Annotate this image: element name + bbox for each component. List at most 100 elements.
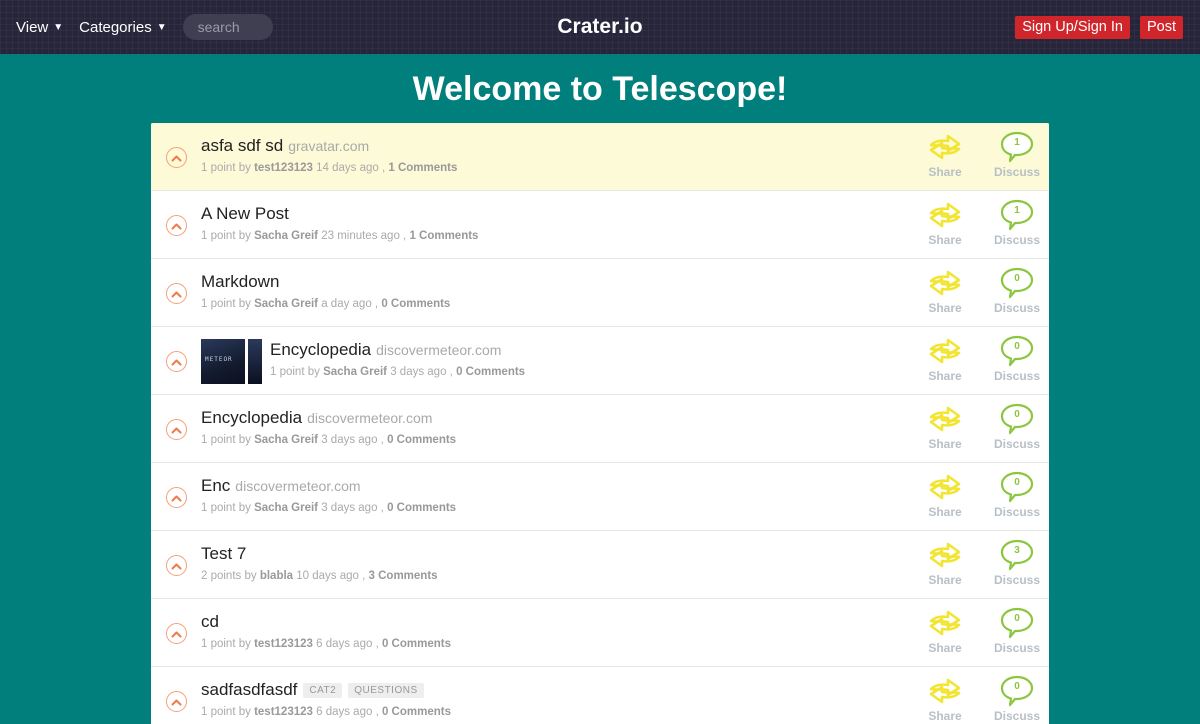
post-time: 14 days ago , [316,162,386,174]
share-button[interactable]: Share [925,403,965,451]
post-author[interactable]: Sacha Greif [323,366,387,378]
post-comments-link[interactable]: 1 Comments [409,230,478,242]
post-domain[interactable]: discovermeteor.com [235,478,360,494]
post-comments-link[interactable]: 1 Comments [388,162,457,174]
view-menu[interactable]: View ▼ [16,19,63,36]
nav-left: View ▼ Categories ▼ [16,0,273,54]
comment-count: 1 [1014,137,1020,148]
speech-bubble-icon: 0 [1000,267,1034,299]
post-meta: 1 point by Sacha Greif 3 days ago , 0 Co… [270,366,525,378]
post-title-row: A New Post [201,204,478,224]
post-points: 1 point by [201,434,251,446]
discuss-button[interactable]: 1 Discuss [992,131,1042,179]
share-button[interactable]: Share [925,607,965,655]
post-content: Test 7 2 points by blabla 10 days ago , 3… [201,544,438,582]
post-author[interactable]: Sacha Greif [254,298,318,310]
post-title[interactable]: Encyclopedia [201,408,302,428]
discuss-button[interactable]: 3 Discuss [992,539,1042,587]
post-item: 6Encdiscovermeteor.com1 point by Sacha G… [151,463,1049,531]
share-button[interactable]: Share [925,199,965,247]
post-author[interactable]: Sacha Greif [254,434,318,446]
post-content: cd 1 point by test123123 6 days ago , 0 C… [201,612,451,650]
post-time: 10 days ago , [296,570,366,582]
post-domain[interactable]: discovermeteor.com [307,410,432,426]
post-time: a day ago , [321,298,379,310]
share-label: Share [928,233,962,247]
post-author[interactable]: test123123 [254,162,313,174]
post-author[interactable]: test123123 [254,706,313,718]
post-domain[interactable]: discovermeteor.com [376,342,501,358]
upvote-button[interactable] [166,283,187,304]
post-title-row: Markdown [201,272,450,292]
sign-in-button[interactable]: Sign Up/Sign In [1015,16,1130,39]
post-time: 3 days ago , [390,366,453,378]
search-input[interactable] [182,14,273,40]
upvote-button[interactable] [166,623,187,644]
discuss-button[interactable]: 0 Discuss [992,471,1042,519]
speech-bubble-icon: 1 [1000,131,1034,163]
share-button[interactable]: Share [925,131,965,179]
comment-count: 0 [1014,477,1020,488]
categories-menu[interactable]: Categories ▼ [79,19,166,36]
share-button[interactable]: Share [925,335,965,383]
post-title[interactable]: A New Post [201,204,289,224]
discuss-button[interactable]: 0 Discuss [992,607,1042,655]
post-points: 1 point by [201,162,251,174]
post-comments-link[interactable]: 0 Comments [381,298,450,310]
post-title[interactable]: Encyclopedia [270,340,371,360]
share-label: Share [928,573,962,587]
post-domain[interactable]: gravatar.com [288,138,369,154]
post-title[interactable]: Enc [201,476,230,496]
share-button[interactable]: Share [925,471,965,519]
post-comments-link[interactable]: 0 Comments [456,366,525,378]
share-button[interactable]: Share [925,267,965,315]
post-meta: 1 point by test123123 6 days ago , 0 Com… [201,706,451,718]
caret-down-icon: ▼ [53,21,64,33]
share-icon [925,539,965,571]
discuss-button[interactable]: 0 Discuss [992,675,1042,723]
discuss-button[interactable]: 0 Discuss [992,403,1042,451]
upvote-button[interactable] [166,419,187,440]
discuss-button[interactable]: 0 Discuss [992,267,1042,315]
post-author[interactable]: test123123 [254,638,313,650]
post-title[interactable]: Test 7 [201,544,246,564]
upvote-button[interactable] [166,351,187,372]
upvote-button[interactable] [166,147,187,168]
post-title-row: Encyclopedia discovermeteor.com [201,408,456,428]
post-author[interactable]: blabla [260,570,293,582]
upvote-button[interactable] [166,691,187,712]
post-meta: 1 point by Sacha Greif 23 minutes ago , … [201,230,478,242]
upvote-button[interactable] [166,555,187,576]
chevron-up-icon [171,630,182,638]
discuss-button[interactable]: 0 Discuss [992,335,1042,383]
post-author[interactable]: Sacha Greif [254,230,318,242]
share-button[interactable]: Share [925,675,965,723]
post-comments-link[interactable]: 0 Comments [387,434,456,446]
post-title-row: asfa sdf sd gravatar.com [201,136,457,156]
post-title[interactable]: sadfasdfasdf [201,680,297,700]
post-time: 6 days ago , [316,706,379,718]
post-content: sadfasdfasdf CAT2 QUESTIONS 1 point by test… [201,680,451,718]
share-label: Share [928,369,962,383]
post-title[interactable]: asfa sdf sd [201,136,283,156]
post-thumbnail[interactable] [201,339,262,384]
discuss-button[interactable]: 1 Discuss [992,199,1042,247]
post-meta: 1 point by Sacha Greif a day ago , 0 Com… [201,298,450,310]
category-tag[interactable]: CAT2 [303,683,343,698]
share-button[interactable]: Share [925,539,965,587]
discuss-label: Discuss [993,573,1041,587]
upvote-button[interactable] [166,487,187,508]
post-comments-link[interactable]: 0 Comments [382,706,451,718]
category-tag[interactable]: QUESTIONS [348,683,424,698]
post-button[interactable]: Post [1139,16,1183,39]
post-comments-link[interactable]: 3 Comments [369,570,438,582]
post-comments-link[interactable]: 0 Comments [387,502,456,514]
post-title-row: Enc discovermeteor.com [201,476,456,496]
upvote-button[interactable] [166,215,187,236]
post-author[interactable]: Sacha Greif [254,502,318,514]
comment-count: 0 [1014,613,1020,624]
share-label: Share [928,505,962,519]
post-comments-link[interactable]: 0 Comments [382,638,451,650]
post-title[interactable]: cd [201,612,219,632]
post-title[interactable]: Markdown [201,272,279,292]
